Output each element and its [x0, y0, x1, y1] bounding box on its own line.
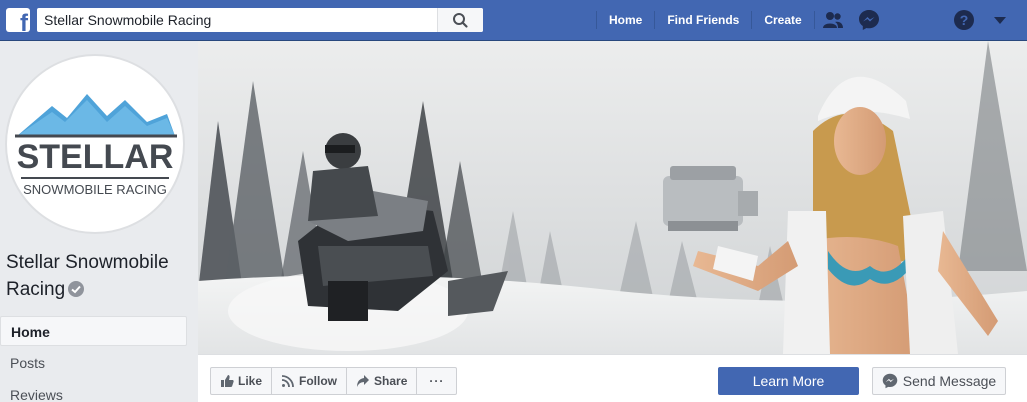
page-profile-picture[interactable]: STELLAR SNOWMOBILE RACING	[5, 54, 185, 234]
send-message-button[interactable]: Send Message	[872, 367, 1006, 395]
top-navigation-bar: f Home Find Friends Create	[0, 0, 1027, 41]
nav-home-link[interactable]: Home	[597, 0, 654, 40]
page-title-text[interactable]: Stellar Snowmobile Racing	[6, 252, 169, 300]
cover-photo-image	[198, 41, 1027, 354]
search-input[interactable]	[37, 8, 437, 32]
left-nav-home[interactable]: Home	[0, 316, 187, 346]
follow-label: Follow	[299, 374, 338, 388]
like-icon	[221, 375, 234, 387]
send-message-label: Send Message	[902, 373, 997, 389]
nav-create-link[interactable]: Create	[752, 0, 813, 40]
nav-find-friends-link[interactable]: Find Friends	[655, 0, 751, 40]
svg-text:?: ?	[960, 12, 969, 28]
messenger-button[interactable]	[851, 0, 887, 40]
page-action-bar: Like Follow Share ··· Learn More Send Me…	[198, 354, 1027, 402]
left-nav-posts[interactable]: Posts	[0, 348, 187, 378]
share-button[interactable]: Share	[347, 368, 418, 394]
left-column: STELLAR SNOWMOBILE RACING Stellar Snowmo…	[0, 41, 198, 402]
search-button[interactable]	[437, 8, 483, 32]
page-left-nav: Home Posts Reviews	[0, 316, 187, 402]
help-icon: ?	[954, 10, 974, 30]
verified-badge-icon	[68, 281, 85, 297]
messenger-icon	[858, 10, 879, 30]
left-nav-reviews[interactable]: Reviews	[0, 380, 187, 402]
stellar-logo: STELLAR SNOWMOBILE RACING	[15, 94, 177, 197]
share-icon	[357, 375, 370, 387]
like-button[interactable]: Like	[211, 368, 273, 394]
page-action-group: Like Follow Share ···	[210, 367, 458, 395]
messenger-icon	[882, 373, 898, 389]
top-nav-links: Home Find Friends Create	[596, 0, 887, 40]
top-nav-right: ?	[946, 0, 1018, 40]
friend-requests-button[interactable]	[815, 0, 851, 40]
page-title[interactable]: Stellar Snowmobile Racing	[6, 249, 192, 303]
facebook-logo-icon[interactable]: f	[6, 8, 30, 32]
share-label: Share	[374, 374, 408, 388]
more-options-button[interactable]: ···	[417, 368, 456, 394]
friends-icon	[822, 12, 843, 28]
logo-subtitle-text: SNOWMOBILE RACING	[23, 182, 167, 197]
follow-icon	[281, 375, 294, 388]
search-icon	[453, 13, 468, 28]
account-menu-button[interactable]	[982, 0, 1018, 40]
follow-button[interactable]: Follow	[272, 368, 348, 394]
help-button[interactable]: ?	[946, 0, 982, 40]
learn-more-button[interactable]: Learn More	[718, 367, 859, 395]
like-label: Like	[238, 374, 263, 388]
cover-photo[interactable]	[198, 41, 1027, 354]
logo-title-text: STELLAR	[17, 138, 174, 176]
more-options-label: ···	[429, 374, 445, 388]
search-box	[37, 8, 483, 32]
dropdown-caret-icon	[994, 17, 1006, 24]
